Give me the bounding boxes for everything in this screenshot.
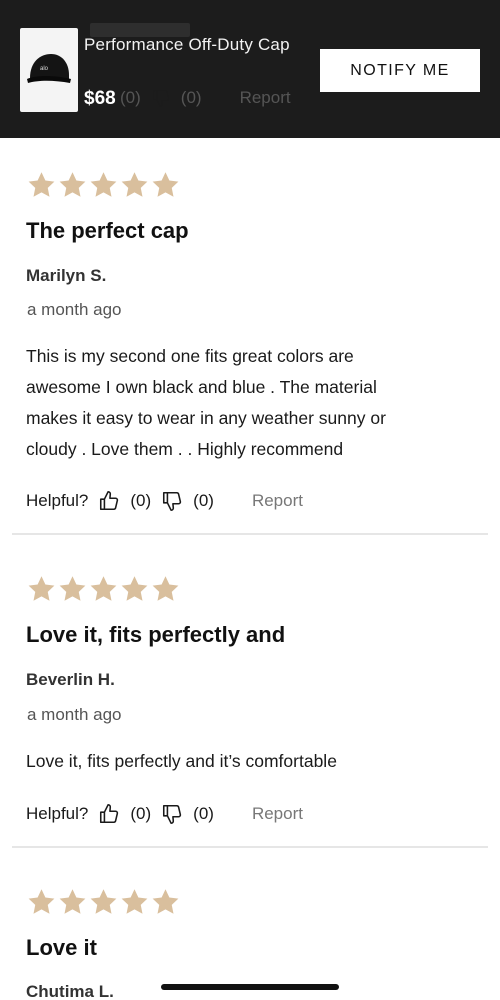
star-icon [57,887,88,917]
helpful-no-count: (0) [193,491,214,510]
review-body: Love it, fits perfectly and it’s comfort… [26,746,466,777]
review-body-line: awesome I own black and blue . The mater… [26,377,377,397]
thumb-logo: alo [40,66,49,72]
helpful-yes-button[interactable]: (0) [98,490,151,512]
reviewer-name: Marilyn S. [26,266,107,285]
ghost-up-count: (0) [120,88,141,107]
thumb-down-icon [161,803,183,825]
helpful-label: Helpful? [26,491,89,510]
star-rating [26,170,181,200]
helpful-yes-count: (0) [130,491,152,510]
review-title: The perfect cap [26,218,189,243]
star-icon [119,170,150,200]
star-icon [26,170,57,200]
star-icon [26,574,57,604]
helpful-row: Helpful? (0) (0) Report [26,803,303,825]
review-body-line: Love it, fits perfectly and it’s comfort… [26,751,337,771]
helpful-no-count: (0) [193,804,214,823]
helpful-label: Helpful? [26,804,89,823]
star-icon [88,170,119,200]
star-icon [26,887,57,917]
reviewer-name: Chutima L. [26,982,114,1000]
notify-me-button[interactable]: NOTIFY ME [320,49,480,92]
star-icon [119,887,150,917]
helpful-no-button[interactable]: (0) [161,490,214,512]
helpful-no-button[interactable]: (0) [161,803,214,825]
review-body-line: makes it easy to wear in any weather sun… [26,408,386,428]
sticky-product-bar: (0) (0) Report alo Performance Off-Duty … [0,0,500,138]
star-icon [150,887,181,917]
review-date: a month ago [27,300,122,319]
review-body-line: cloudy . Love them . . Highly recommend [26,439,344,459]
review-date: a month ago [27,705,122,724]
product-thumbnail[interactable]: alo [20,28,78,112]
home-indicator [161,984,339,990]
review-title: Love it, fits perfectly and [26,622,286,647]
product-name: Performance Off-Duty Cap [84,35,290,54]
star-icon [88,574,119,604]
star-icon [119,574,150,604]
report-link[interactable]: Report [252,804,303,824]
helpful-yes-button[interactable]: (0) [98,803,151,825]
ghost-down-count: (0) [180,88,202,107]
ghost-thumb-down-icon [151,88,171,108]
star-rating [26,887,181,917]
cap-icon: alo [27,54,71,83]
star-icon [57,574,88,604]
star-icon [150,170,181,200]
review-title: Love it [26,935,97,960]
review-divider [12,846,488,848]
star-rating [26,574,181,604]
thumb-down-icon [161,490,183,512]
review-divider [12,533,488,535]
review-body-line: This is my second one fits great colors … [26,346,354,366]
product-price: $68 [84,88,116,109]
star-icon [57,170,88,200]
ghost-report: Report [239,88,291,107]
helpful-yes-count: (0) [130,804,152,823]
helpful-row: Helpful? (0) (0) Report [26,490,303,512]
review-body: This is my second one fits great colors … [26,341,466,465]
star-icon [88,887,119,917]
star-icon [150,574,181,604]
reviewer-name: Beverlin H. [26,670,115,689]
report-link[interactable]: Report [252,491,303,511]
thumb-up-icon [98,803,120,825]
thumb-up-icon [98,490,120,512]
